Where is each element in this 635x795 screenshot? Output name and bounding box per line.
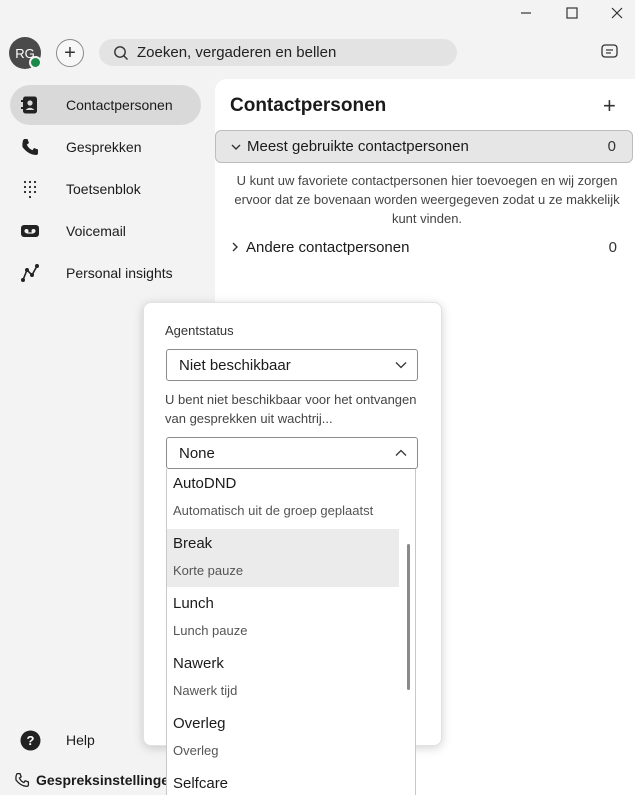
sidebar-item-label: Toetsenblok <box>66 181 141 197</box>
option-title: AutoDND <box>173 475 237 492</box>
contacts-icon <box>20 95 40 115</box>
sidebar-item-contactpersonen[interactable]: Contactpersonen <box>10 85 201 125</box>
sidebar-item-label: Contactpersonen <box>66 97 173 113</box>
minimize-button[interactable] <box>514 4 538 22</box>
list-item[interactable]: Overleg Overleg <box>167 709 399 767</box>
list-item[interactable]: Nawerk Nawerk tijd <box>167 649 399 707</box>
reason-value: None <box>179 444 215 462</box>
chevron-right-icon <box>232 242 238 252</box>
group-name: Andere contactpersonen <box>246 239 410 256</box>
voicemail-icon <box>20 221 40 241</box>
sidebar-item-toetsenblok[interactable]: Toetsenblok <box>10 169 201 209</box>
option-subtitle: Overleg <box>173 743 219 758</box>
sidebar-item-voicemail[interactable]: Voicemail <box>10 211 201 251</box>
plus-icon: + <box>603 93 616 118</box>
agent-status-value: Niet beschikbaar <box>179 356 291 374</box>
agent-status-select[interactable]: Niet beschikbaar <box>166 349 418 381</box>
sidebar-item-label: Gesprekken <box>66 139 142 155</box>
option-title: Selfcare <box>173 775 229 792</box>
call-settings-icon <box>15 772 30 788</box>
presence-indicator <box>29 56 42 69</box>
option-title: Break <box>173 535 213 552</box>
option-title: Nawerk <box>173 655 224 672</box>
sidebar-item-label: Voicemail <box>66 223 126 239</box>
group-name: Meest gebruikte contactpersonen <box>247 138 469 155</box>
list-item[interactable]: Break Korte pauze <box>167 529 399 587</box>
agent-status-description: U bent niet beschikbaar voor het ontvang… <box>165 392 417 426</box>
call-settings-button[interactable]: Gespreksinstellingen <box>14 771 178 789</box>
page-title: Contactpersonen <box>230 95 387 116</box>
list-item[interactable]: Lunch Lunch pauze <box>167 589 399 647</box>
message-icon[interactable] <box>601 44 618 59</box>
search-icon <box>114 45 128 60</box>
option-subtitle: Automatisch uit de groep geplaatst <box>173 503 374 518</box>
minimize-icon <box>521 12 531 14</box>
help-label: Help <box>66 732 95 748</box>
agent-status-label: Agentstatus <box>165 323 234 338</box>
option-subtitle: Lunch pauze <box>173 623 248 638</box>
insights-icon <box>20 263 40 283</box>
add-button[interactable]: + <box>56 39 84 67</box>
keypad-icon <box>20 179 40 199</box>
group-row-most-used[interactable]: Meest gebruikte contactpersonen 0 <box>215 130 633 163</box>
info-text: U kunt uw favoriete contactpersonen hier… <box>234 173 620 226</box>
call-settings-label: Gespreksinstellingen <box>36 772 178 788</box>
maximize-button[interactable] <box>560 4 584 22</box>
add-contact-button[interactable]: + <box>603 93 616 119</box>
option-subtitle: Korte pauze <box>173 563 244 578</box>
group-count: 0 <box>608 239 617 256</box>
group-count: 0 <box>607 138 616 155</box>
maximize-icon <box>566 7 578 19</box>
plus-icon: + <box>64 42 76 64</box>
close-icon <box>611 7 623 19</box>
help-button[interactable]: ? Help <box>20 729 95 751</box>
reason-dropdown-list: AutoDND Automatisch uit de groep geplaat… <box>166 469 416 795</box>
help-icon: ? <box>20 730 41 750</box>
list-item[interactable]: Selfcare <box>167 769 399 795</box>
chevron-up-icon <box>395 449 407 456</box>
list-item[interactable]: AutoDND Automatisch uit de groep geplaat… <box>167 469 399 527</box>
svg-text:?: ? <box>27 733 35 748</box>
option-title: Overleg <box>173 715 226 732</box>
sidebar-item-personal-insights[interactable]: Personal insights <box>10 253 201 293</box>
phone-icon <box>20 137 40 157</box>
search-placeholder: Zoeken, vergaderen en bellen <box>137 44 337 61</box>
group-row-other[interactable]: Andere contactpersonen 0 <box>215 231 633 264</box>
close-button[interactable] <box>605 4 629 22</box>
sidebar-item-label: Personal insights <box>66 265 173 281</box>
option-subtitle: Nawerk tijd <box>173 683 238 698</box>
reason-select[interactable]: None <box>166 437 418 469</box>
dropdown-scrollbar[interactable] <box>407 544 410 690</box>
search-input[interactable]: Zoeken, vergaderen en bellen <box>99 39 457 66</box>
sidebar-item-gesprekken[interactable]: Gesprekken <box>10 127 201 167</box>
chevron-down-icon <box>395 362 407 369</box>
option-title: Lunch <box>173 595 214 612</box>
chevron-down-icon <box>231 144 241 150</box>
